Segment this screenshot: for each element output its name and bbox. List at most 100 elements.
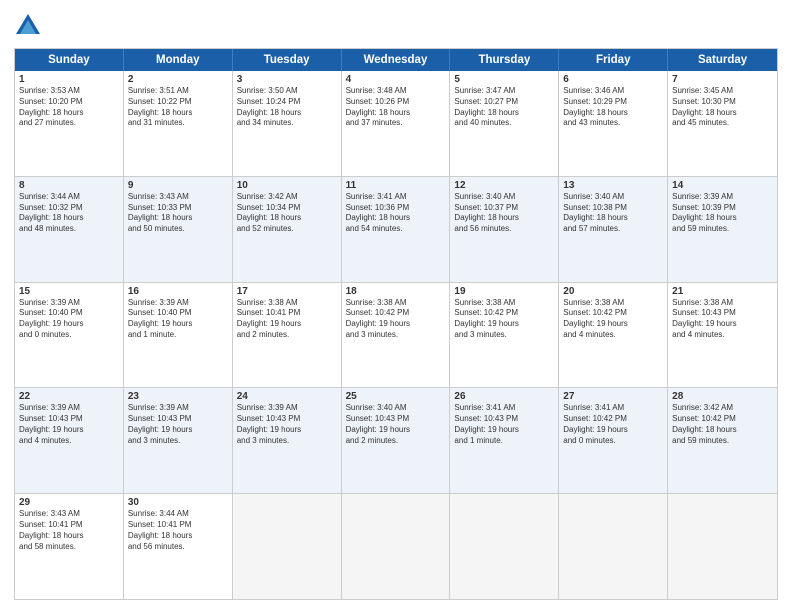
day-cell-18: 18Sunrise: 3:38 AM Sunset: 10:42 PM Dayl… [342,283,451,388]
day-number: 11 [346,180,446,191]
day-number: 30 [128,497,228,508]
day-cell-29: 29Sunrise: 3:43 AM Sunset: 10:41 PM Dayl… [15,494,124,599]
day-cell-13: 13Sunrise: 3:40 AM Sunset: 10:38 PM Dayl… [559,177,668,282]
logo [14,12,46,40]
day-number: 2 [128,74,228,85]
day-number: 25 [346,391,446,402]
day-info: Sunrise: 3:39 AM Sunset: 10:43 PM Daylig… [128,403,228,446]
day-info: Sunrise: 3:42 AM Sunset: 10:42 PM Daylig… [672,403,773,446]
calendar: SundayMondayTuesdayWednesdayThursdayFrid… [14,48,778,600]
page: SundayMondayTuesdayWednesdayThursdayFrid… [0,0,792,612]
day-cell-27: 27Sunrise: 3:41 AM Sunset: 10:42 PM Dayl… [559,388,668,493]
day-cell-6: 6Sunrise: 3:46 AM Sunset: 10:29 PM Dayli… [559,71,668,176]
day-info: Sunrise: 3:39 AM Sunset: 10:40 PM Daylig… [19,298,119,341]
day-number: 29 [19,497,119,508]
calendar-row-3: 15Sunrise: 3:39 AM Sunset: 10:40 PM Dayl… [15,283,777,389]
day-number: 1 [19,74,119,85]
header-day-saturday: Saturday [668,49,777,71]
day-cell-16: 16Sunrise: 3:39 AM Sunset: 10:40 PM Dayl… [124,283,233,388]
empty-cell [342,494,451,599]
day-number: 27 [563,391,663,402]
day-cell-22: 22Sunrise: 3:39 AM Sunset: 10:43 PM Dayl… [15,388,124,493]
day-number: 13 [563,180,663,191]
day-cell-4: 4Sunrise: 3:48 AM Sunset: 10:26 PM Dayli… [342,71,451,176]
header [14,12,778,40]
day-number: 8 [19,180,119,191]
empty-cell [450,494,559,599]
header-day-thursday: Thursday [450,49,559,71]
day-number: 14 [672,180,773,191]
day-number: 3 [237,74,337,85]
day-info: Sunrise: 3:43 AM Sunset: 10:41 PM Daylig… [19,509,119,552]
header-day-sunday: Sunday [15,49,124,71]
day-cell-24: 24Sunrise: 3:39 AM Sunset: 10:43 PM Dayl… [233,388,342,493]
day-info: Sunrise: 3:51 AM Sunset: 10:22 PM Daylig… [128,86,228,129]
day-cell-7: 7Sunrise: 3:45 AM Sunset: 10:30 PM Dayli… [668,71,777,176]
empty-cell [668,494,777,599]
day-number: 7 [672,74,773,85]
day-number: 26 [454,391,554,402]
day-cell-11: 11Sunrise: 3:41 AM Sunset: 10:36 PM Dayl… [342,177,451,282]
day-info: Sunrise: 3:38 AM Sunset: 10:42 PM Daylig… [563,298,663,341]
day-number: 4 [346,74,446,85]
day-number: 10 [237,180,337,191]
day-info: Sunrise: 3:38 AM Sunset: 10:43 PM Daylig… [672,298,773,341]
day-cell-15: 15Sunrise: 3:39 AM Sunset: 10:40 PM Dayl… [15,283,124,388]
day-info: Sunrise: 3:44 AM Sunset: 10:41 PM Daylig… [128,509,228,552]
day-number: 20 [563,286,663,297]
day-info: Sunrise: 3:38 AM Sunset: 10:42 PM Daylig… [454,298,554,341]
day-cell-17: 17Sunrise: 3:38 AM Sunset: 10:41 PM Dayl… [233,283,342,388]
day-cell-14: 14Sunrise: 3:39 AM Sunset: 10:39 PM Dayl… [668,177,777,282]
day-info: Sunrise: 3:50 AM Sunset: 10:24 PM Daylig… [237,86,337,129]
day-info: Sunrise: 3:38 AM Sunset: 10:42 PM Daylig… [346,298,446,341]
day-info: Sunrise: 3:53 AM Sunset: 10:20 PM Daylig… [19,86,119,129]
empty-cell [559,494,668,599]
day-cell-10: 10Sunrise: 3:42 AM Sunset: 10:34 PM Dayl… [233,177,342,282]
header-day-friday: Friday [559,49,668,71]
day-info: Sunrise: 3:46 AM Sunset: 10:29 PM Daylig… [563,86,663,129]
header-day-wednesday: Wednesday [342,49,451,71]
day-cell-19: 19Sunrise: 3:38 AM Sunset: 10:42 PM Dayl… [450,283,559,388]
day-info: Sunrise: 3:39 AM Sunset: 10:40 PM Daylig… [128,298,228,341]
day-number: 16 [128,286,228,297]
day-number: 21 [672,286,773,297]
day-number: 6 [563,74,663,85]
day-info: Sunrise: 3:39 AM Sunset: 10:39 PM Daylig… [672,192,773,235]
day-info: Sunrise: 3:39 AM Sunset: 10:43 PM Daylig… [19,403,119,446]
day-number: 9 [128,180,228,191]
day-cell-21: 21Sunrise: 3:38 AM Sunset: 10:43 PM Dayl… [668,283,777,388]
day-info: Sunrise: 3:45 AM Sunset: 10:30 PM Daylig… [672,86,773,129]
day-info: Sunrise: 3:39 AM Sunset: 10:43 PM Daylig… [237,403,337,446]
day-number: 28 [672,391,773,402]
day-cell-20: 20Sunrise: 3:38 AM Sunset: 10:42 PM Dayl… [559,283,668,388]
day-info: Sunrise: 3:38 AM Sunset: 10:41 PM Daylig… [237,298,337,341]
day-cell-9: 9Sunrise: 3:43 AM Sunset: 10:33 PM Dayli… [124,177,233,282]
day-number: 22 [19,391,119,402]
day-cell-28: 28Sunrise: 3:42 AM Sunset: 10:42 PM Dayl… [668,388,777,493]
day-info: Sunrise: 3:43 AM Sunset: 10:33 PM Daylig… [128,192,228,235]
header-day-monday: Monday [124,49,233,71]
empty-cell [233,494,342,599]
day-info: Sunrise: 3:47 AM Sunset: 10:27 PM Daylig… [454,86,554,129]
day-number: 12 [454,180,554,191]
day-cell-26: 26Sunrise: 3:41 AM Sunset: 10:43 PM Dayl… [450,388,559,493]
day-info: Sunrise: 3:40 AM Sunset: 10:38 PM Daylig… [563,192,663,235]
day-number: 18 [346,286,446,297]
calendar-row-4: 22Sunrise: 3:39 AM Sunset: 10:43 PM Dayl… [15,388,777,494]
calendar-row-2: 8Sunrise: 3:44 AM Sunset: 10:32 PM Dayli… [15,177,777,283]
day-cell-3: 3Sunrise: 3:50 AM Sunset: 10:24 PM Dayli… [233,71,342,176]
day-info: Sunrise: 3:41 AM Sunset: 10:43 PM Daylig… [454,403,554,446]
day-number: 17 [237,286,337,297]
day-number: 15 [19,286,119,297]
day-cell-5: 5Sunrise: 3:47 AM Sunset: 10:27 PM Dayli… [450,71,559,176]
day-cell-23: 23Sunrise: 3:39 AM Sunset: 10:43 PM Dayl… [124,388,233,493]
day-number: 5 [454,74,554,85]
calendar-body: 1Sunrise: 3:53 AM Sunset: 10:20 PM Dayli… [15,71,777,599]
day-number: 24 [237,391,337,402]
day-info: Sunrise: 3:48 AM Sunset: 10:26 PM Daylig… [346,86,446,129]
header-day-tuesday: Tuesday [233,49,342,71]
day-number: 23 [128,391,228,402]
day-info: Sunrise: 3:40 AM Sunset: 10:43 PM Daylig… [346,403,446,446]
day-info: Sunrise: 3:42 AM Sunset: 10:34 PM Daylig… [237,192,337,235]
day-info: Sunrise: 3:44 AM Sunset: 10:32 PM Daylig… [19,192,119,235]
